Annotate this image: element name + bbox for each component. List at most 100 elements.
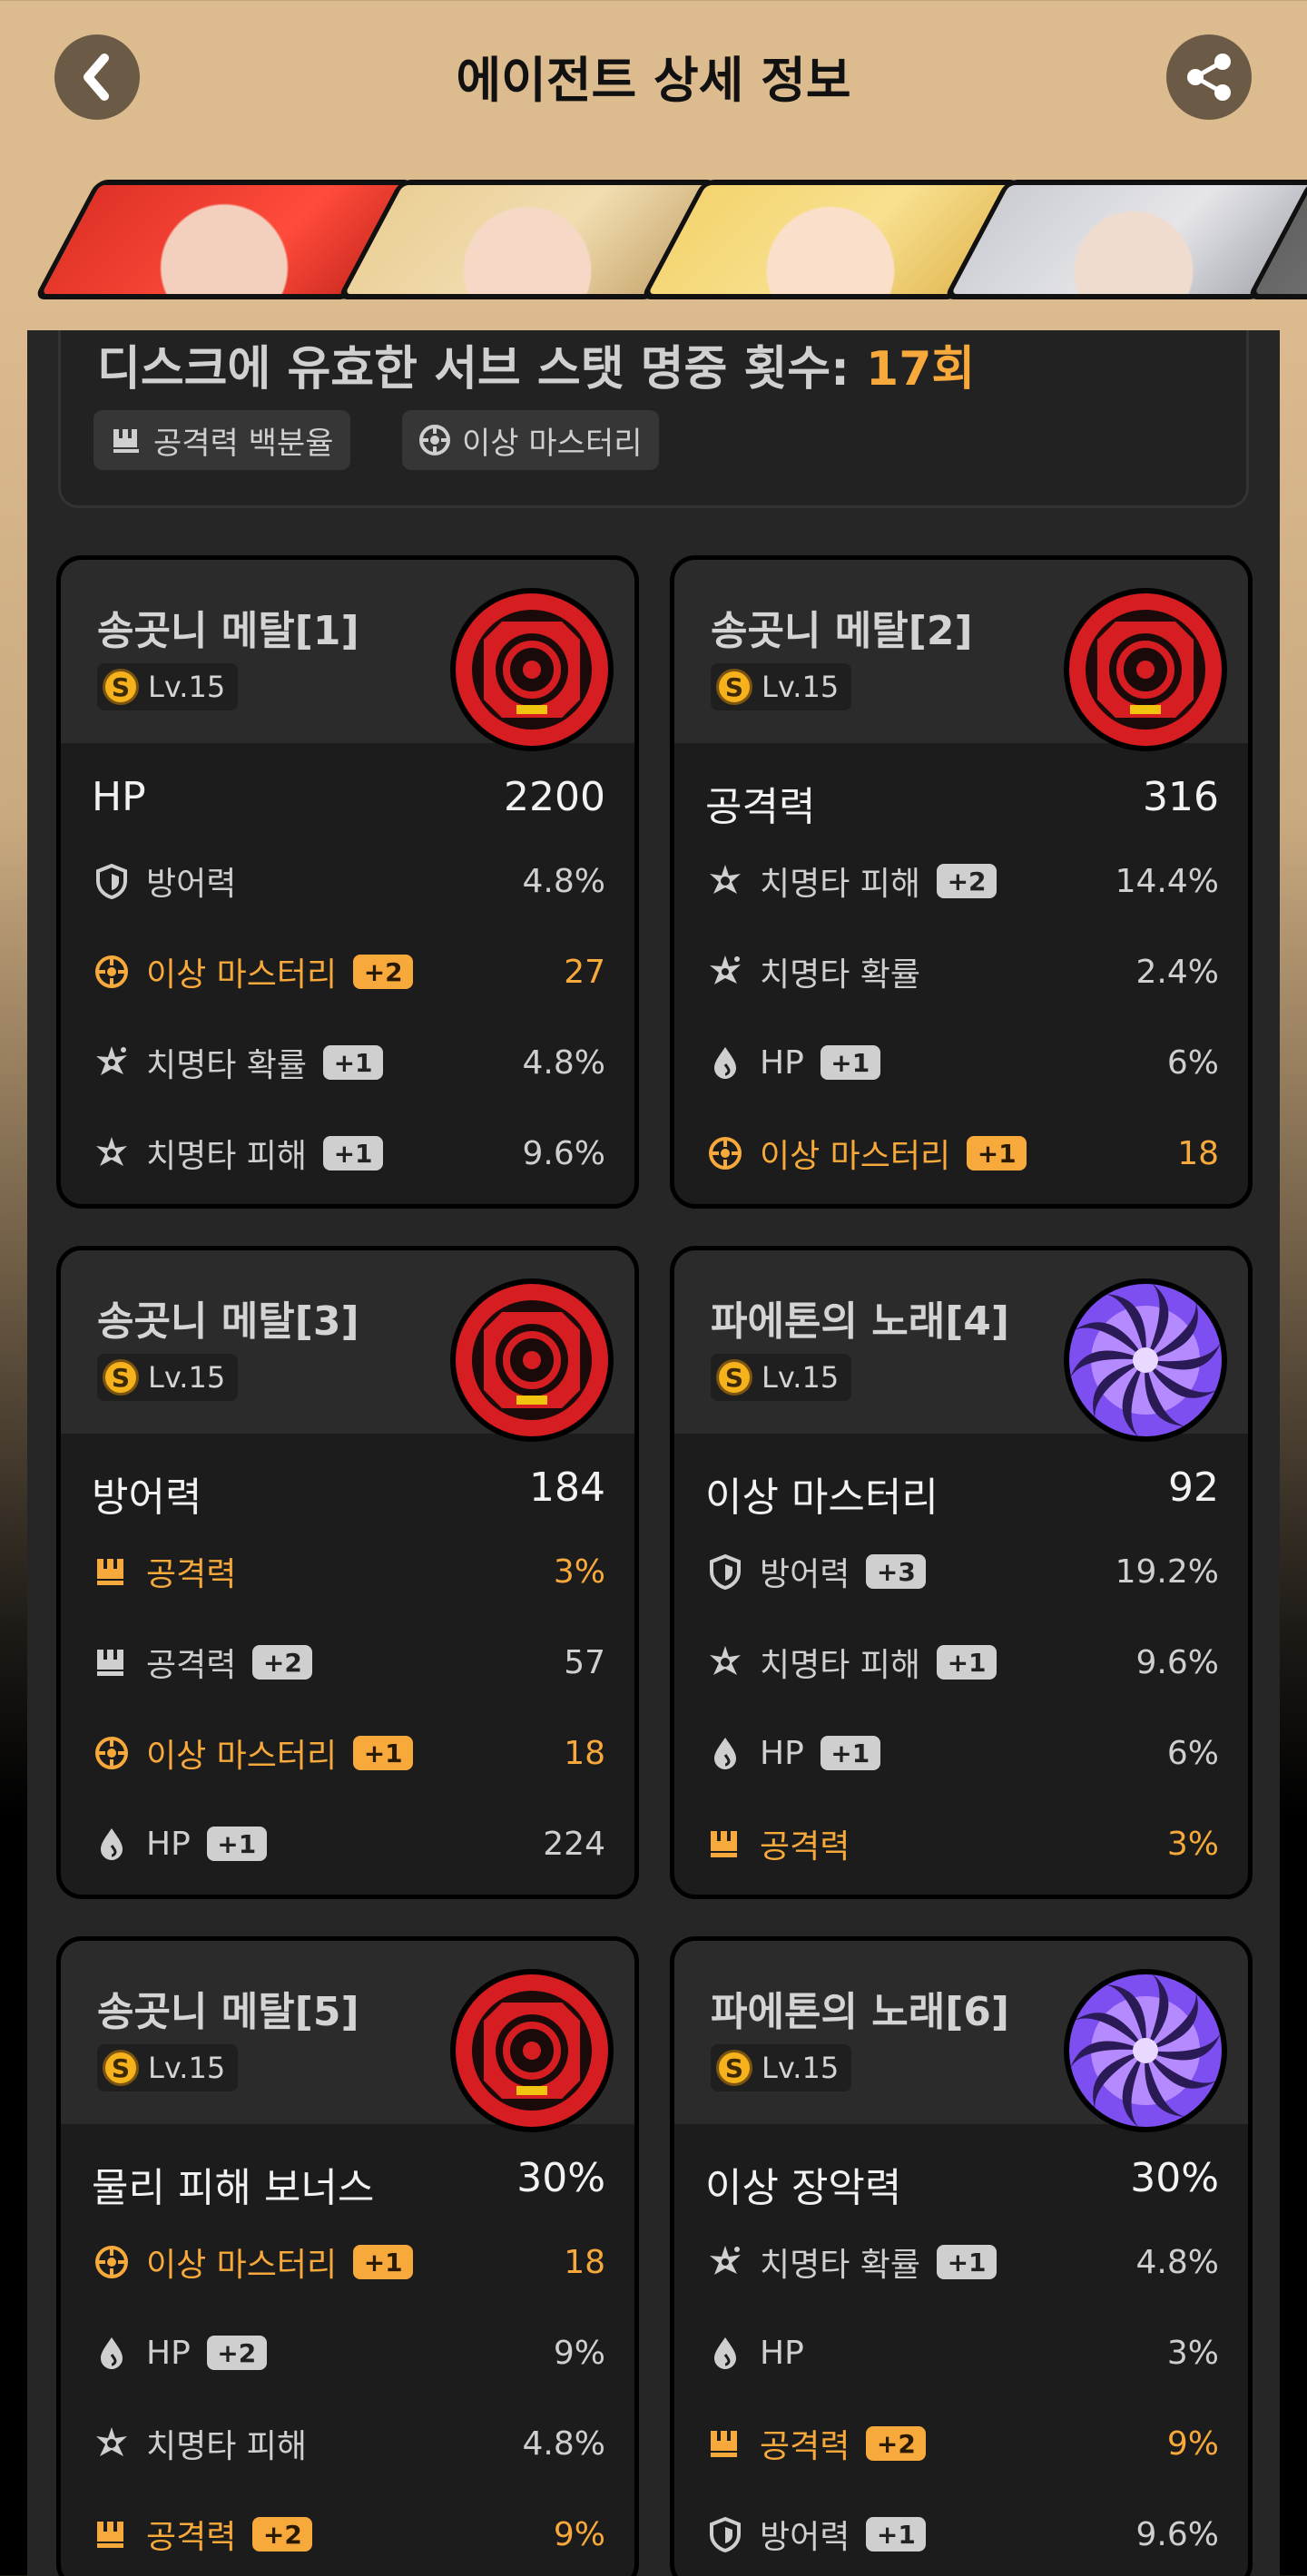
roll-badge: +1 (353, 1736, 414, 1770)
substat-name: 공격력 (760, 1828, 850, 1866)
main-stat-value: 184 (529, 1464, 605, 1511)
substat-row: 치명타 피해 +2 14.4% (705, 856, 1219, 906)
rank-s-icon: S (103, 2050, 139, 2086)
anomaly-icon (92, 952, 132, 992)
disc-name: 송곳니 메탈[3] (97, 1298, 359, 1345)
level-label: Lv.15 (762, 2051, 840, 2085)
disc-card[interactable]: 파에톤의 노래[6] S Lv.15 이상 장악력 30% 치명타 확률 +1 … (670, 1936, 1253, 2576)
substat-value: 18 (564, 1734, 605, 1772)
roll-badge: +1 (967, 1136, 1027, 1170)
atk-icon (705, 1824, 745, 1864)
substat-name: 공격력 (760, 2428, 850, 2465)
tag-anomaly: 이상 마스터리 (402, 410, 659, 470)
share-button[interactable] (1166, 34, 1252, 120)
substat-row: HP +1 224 (92, 1818, 605, 1869)
substat-value: 9.6% (1135, 1643, 1219, 1681)
level-label: Lv.15 (762, 670, 840, 704)
crit-rate-icon (705, 952, 745, 992)
main-stat: 방어력 184 (92, 1464, 605, 1523)
disc-card[interactable]: 파에톤의 노래[4] S Lv.15 이상 마스터리 92 방어력 +3 19.… (670, 1246, 1253, 1899)
main-stat-name: HP (92, 774, 146, 820)
roll-badge: +3 (866, 1554, 927, 1589)
roll-badge: +1 (937, 2245, 997, 2279)
disc-level: S Lv.15 (711, 663, 852, 710)
disc-level: S Lv.15 (711, 1354, 852, 1401)
disc-art-icon (447, 1276, 616, 1445)
roll-badge: +1 (937, 1645, 997, 1680)
roll-badge: +2 (937, 864, 997, 898)
disc-card[interactable]: 송곳니 메탈[3] S Lv.15 방어력 184 공격력 3% 공격력 +2 … (56, 1246, 639, 1899)
disc-card[interactable]: 송곳니 메탈[2] S Lv.15 공격력 316 치명타 피해 +2 14.4… (670, 555, 1253, 1209)
rank-s-icon: S (716, 1359, 752, 1396)
substat-row: 공격력 +2 9% (705, 2418, 1219, 2469)
substat-value: 4.8% (522, 2424, 605, 2463)
level-label: Lv.15 (148, 670, 226, 704)
substat-value: 6% (1166, 1734, 1219, 1772)
hp-icon (705, 1043, 745, 1082)
crit-dmg-icon (705, 861, 745, 901)
substat-value: 18 (1177, 1134, 1219, 1172)
substat-value: 3% (1166, 1825, 1219, 1863)
substat-row: 치명타 확률 +1 4.8% (92, 1037, 605, 1088)
hp-icon (92, 2333, 132, 2373)
disc-header: 송곳니 메탈[5] S Lv.15 (61, 1941, 634, 2132)
tag-label: 이상 마스터리 (462, 425, 643, 462)
main-stat-name: 이상 마스터리 (705, 1474, 938, 1521)
disc-header: 파에톤의 노래[6] S Lv.15 (674, 1941, 1248, 2132)
anomaly-icon (419, 425, 450, 455)
substat-value: 14.4% (1115, 862, 1219, 900)
substat-row: HP +1 6% (705, 1037, 1219, 1088)
substat-name: HP (760, 2334, 804, 2372)
atk-icon (92, 1642, 132, 1682)
roll-badge: +1 (353, 2245, 414, 2279)
rank-s-icon: S (716, 669, 752, 705)
main-stat: 공격력 316 (705, 774, 1219, 832)
level-label: Lv.15 (148, 1360, 226, 1395)
substat-row: 이상 마스터리 +1 18 (92, 2237, 605, 2287)
atk-icon (113, 429, 139, 453)
main-stat-name: 물리 피해 보너스 (92, 2165, 375, 2211)
disc-art-icon (1061, 585, 1230, 754)
disc-header: 송곳니 메탈[1] S Lv.15 (61, 560, 634, 751)
substat-name: 치명타 확률 (760, 2247, 921, 2284)
substat-value: 4.8% (522, 1043, 605, 1082)
agent-thumb[interactable] (942, 180, 1307, 299)
substat-value: 6% (1166, 1043, 1219, 1082)
substat-row: 치명타 피해 +1 9.6% (92, 1128, 605, 1179)
substat-value: 9% (1166, 2424, 1219, 2463)
disc-name: 송곳니 메탈[2] (711, 608, 973, 654)
substat-row: 치명타 확률 +1 4.8% (705, 2237, 1219, 2287)
share-icon (1187, 54, 1231, 101)
substat-name: 이상 마스터리 (146, 1738, 338, 1775)
main-stat: HP 2200 (92, 774, 605, 820)
disc-card[interactable]: 송곳니 메탈[5] S Lv.15 물리 피해 보너스 30% 이상 마스터리 … (56, 1936, 639, 2576)
roll-badge: +2 (206, 2336, 267, 2370)
top-bar: 에이전트 상세 정보 (0, 0, 1307, 154)
main-stat-value: 316 (1143, 774, 1219, 820)
roll-badge: +2 (252, 2517, 313, 2552)
disc-card[interactable]: 송곳니 메탈[1] S Lv.15 HP 2200 방어력 4.8% 이상 마스… (56, 555, 639, 1209)
disc-name: 파에톤의 노래[6] (711, 1989, 1010, 2035)
substat-name: 방어력 (760, 1556, 850, 1593)
roll-badge: +2 (353, 955, 414, 989)
disc-header: 송곳니 메탈[2] S Lv.15 (674, 560, 1248, 751)
substat-name: 이상 마스터리 (146, 956, 338, 994)
level-label: Lv.15 (148, 2051, 226, 2085)
disc-art-icon (447, 1966, 616, 2135)
disc-name: 송곳니 메탈[1] (97, 608, 359, 654)
substat-value: 9% (553, 2334, 605, 2372)
shield-icon (705, 1552, 745, 1592)
substat-name: 이상 마스터리 (146, 2247, 338, 2284)
roll-badge: +1 (323, 1045, 384, 1080)
disc-art-icon (1061, 1276, 1230, 1445)
substat-value: 27 (564, 953, 605, 991)
substat-name: 치명타 피해 (146, 2428, 308, 2465)
level-label: Lv.15 (762, 1360, 840, 1395)
crit-rate-icon (705, 2242, 745, 2282)
anomaly-icon (92, 2242, 132, 2282)
anomaly-icon (92, 1733, 132, 1773)
substat-row: HP 3% (705, 2327, 1219, 2378)
substat-name: 이상 마스터리 (760, 1138, 951, 1175)
substat-name: 치명타 피해 (760, 866, 921, 903)
substat-value: 4.8% (1135, 2243, 1219, 2281)
